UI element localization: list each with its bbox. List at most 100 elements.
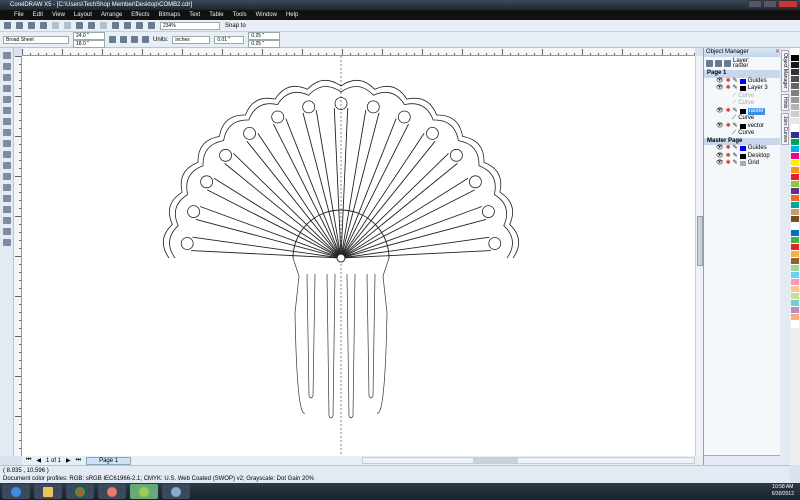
print-icon[interactable] <box>40 22 47 29</box>
color-swatch[interactable] <box>791 118 799 125</box>
polygon-tool-icon[interactable] <box>3 140 11 147</box>
visibility-eye-icon[interactable]: 👁 <box>716 108 724 116</box>
redo-icon[interactable] <box>100 22 107 29</box>
comb-drawing[interactable] <box>22 56 695 456</box>
page-height-input[interactable]: 18.0 " <box>73 39 105 48</box>
color-swatch[interactable] <box>791 195 799 202</box>
color-swatch[interactable] <box>791 265 799 272</box>
color-swatch[interactable] <box>791 104 799 111</box>
duplicate-x-input[interactable]: 0.25 " <box>248 31 281 40</box>
tree-object[interactable]: ⟋ Curve <box>704 130 780 138</box>
color-swatch[interactable] <box>791 223 799 230</box>
color-swatch[interactable] <box>791 55 799 62</box>
copy-icon[interactable] <box>64 22 71 29</box>
nudge-input[interactable]: 0.01 " <box>214 35 245 44</box>
edit-pencil-icon[interactable]: ✎ <box>733 108 738 116</box>
text-tool-icon[interactable] <box>3 151 11 158</box>
new-icon[interactable] <box>4 22 11 29</box>
menu-file[interactable]: File <box>14 10 24 20</box>
color-swatch[interactable] <box>791 167 799 174</box>
tree-object[interactable]: ⟋ Curve <box>704 93 780 101</box>
shape-tool-icon[interactable] <box>3 63 11 70</box>
rectangle-tool-icon[interactable] <box>3 118 11 125</box>
color-swatch[interactable] <box>791 132 799 139</box>
portrait-icon[interactable] <box>109 36 116 43</box>
drawing-canvas[interactable] <box>22 56 695 456</box>
color-swatch[interactable] <box>791 111 799 118</box>
undo-icon[interactable] <box>88 22 95 29</box>
color-swatch[interactable] <box>791 286 799 293</box>
print-icon[interactable]: ✱ <box>726 85 731 93</box>
duplicate-y-input[interactable]: 0.25 " <box>248 39 281 48</box>
outline-tool-icon[interactable] <box>3 217 11 224</box>
parallel-dimension-tool-icon[interactable] <box>3 173 11 180</box>
export-icon[interactable] <box>124 22 131 29</box>
taskbar-paint[interactable] <box>162 484 190 499</box>
print-icon[interactable]: ✱ <box>726 153 731 161</box>
taskbar-chrome[interactable] <box>66 484 94 499</box>
menu-text[interactable]: Text <box>189 10 200 20</box>
eyedropper-tool-icon[interactable] <box>3 206 11 213</box>
print-icon[interactable]: ✱ <box>726 78 731 86</box>
color-swatch[interactable] <box>791 230 799 237</box>
menu-effects[interactable]: Effects <box>131 10 149 20</box>
layer-manager-icon[interactable] <box>724 60 731 67</box>
tree-page[interactable]: Master Page <box>704 137 780 145</box>
visibility-eye-icon[interactable]: 👁 <box>716 153 724 161</box>
snap-to-button[interactable]: Snap to <box>225 23 246 29</box>
tree-object[interactable]: ⟋ Curve <box>704 115 780 123</box>
close-button[interactable] <box>778 0 798 8</box>
menu-tools[interactable]: Tools <box>233 10 247 20</box>
cut-icon[interactable] <box>52 22 59 29</box>
fill-tool-icon[interactable] <box>3 228 11 235</box>
launcher-icon[interactable] <box>136 22 143 29</box>
welcome-icon[interactable] <box>148 22 155 29</box>
ellipse-tool-icon[interactable] <box>3 129 11 136</box>
tree-layer[interactable]: 👁 ✱ ✎ vector <box>704 123 780 131</box>
tree-layer[interactable]: 👁 ✱ ✎ raster <box>704 107 780 116</box>
color-swatch[interactable] <box>791 307 799 314</box>
edit-pencil-icon[interactable]: ✎ <box>733 123 738 131</box>
horizontal-scrollbar[interactable] <box>362 457 695 464</box>
connector-tool-icon[interactable] <box>3 184 11 191</box>
menu-bitmaps[interactable]: Bitmaps <box>159 10 181 20</box>
color-swatch[interactable] <box>791 188 799 195</box>
prev-page-button[interactable]: ◀ <box>36 457 41 464</box>
edit-across-layers-icon[interactable] <box>715 60 722 67</box>
open-icon[interactable] <box>16 22 23 29</box>
tree-layer[interactable]: 👁 ✱ ✎ Guides <box>704 78 780 86</box>
color-swatch[interactable] <box>791 216 799 223</box>
visibility-eye-icon[interactable]: 👁 <box>716 78 724 86</box>
color-swatch[interactable] <box>791 125 799 132</box>
paper-type-select[interactable]: Broad Sheet <box>3 35 69 44</box>
color-swatch[interactable] <box>791 293 799 300</box>
taskbar-coreldraw[interactable] <box>130 484 158 499</box>
docker-tab[interactable]: Join Curves <box>781 112 789 146</box>
page-width-input[interactable]: 24.0 " <box>73 31 105 40</box>
show-properties-icon[interactable] <box>706 60 713 67</box>
maximize-button[interactable] <box>763 0 777 8</box>
smart-fill-tool-icon[interactable] <box>3 107 11 114</box>
edit-pencil-icon[interactable]: ✎ <box>733 145 738 153</box>
visibility-eye-icon[interactable]: 👁 <box>716 85 724 93</box>
vertical-scrollbar[interactable] <box>695 56 703 456</box>
blend-tool-icon[interactable] <box>3 195 11 202</box>
color-swatch[interactable] <box>791 258 799 265</box>
freehand-tool-icon[interactable] <box>3 96 11 103</box>
last-page-button[interactable]: ⏭ <box>76 457 81 464</box>
color-swatch[interactable] <box>791 300 799 307</box>
color-swatch[interactable] <box>791 62 799 69</box>
edit-pencil-icon[interactable]: ✎ <box>733 160 738 168</box>
tree-layer[interactable]: 👁 ✱ ✎ Desktop <box>704 153 780 161</box>
edit-pencil-icon[interactable]: ✎ <box>733 153 738 161</box>
import-icon[interactable] <box>112 22 119 29</box>
edit-pencil-icon[interactable]: ✎ <box>733 85 738 93</box>
visibility-eye-icon[interactable]: 👁 <box>716 160 724 168</box>
color-swatch[interactable] <box>791 251 799 258</box>
start-button[interactable] <box>2 484 30 499</box>
save-icon[interactable] <box>28 22 35 29</box>
color-swatch[interactable] <box>791 321 799 328</box>
color-swatch[interactable] <box>791 209 799 216</box>
print-icon[interactable]: ✱ <box>726 108 731 116</box>
menu-view[interactable]: View <box>52 10 65 20</box>
